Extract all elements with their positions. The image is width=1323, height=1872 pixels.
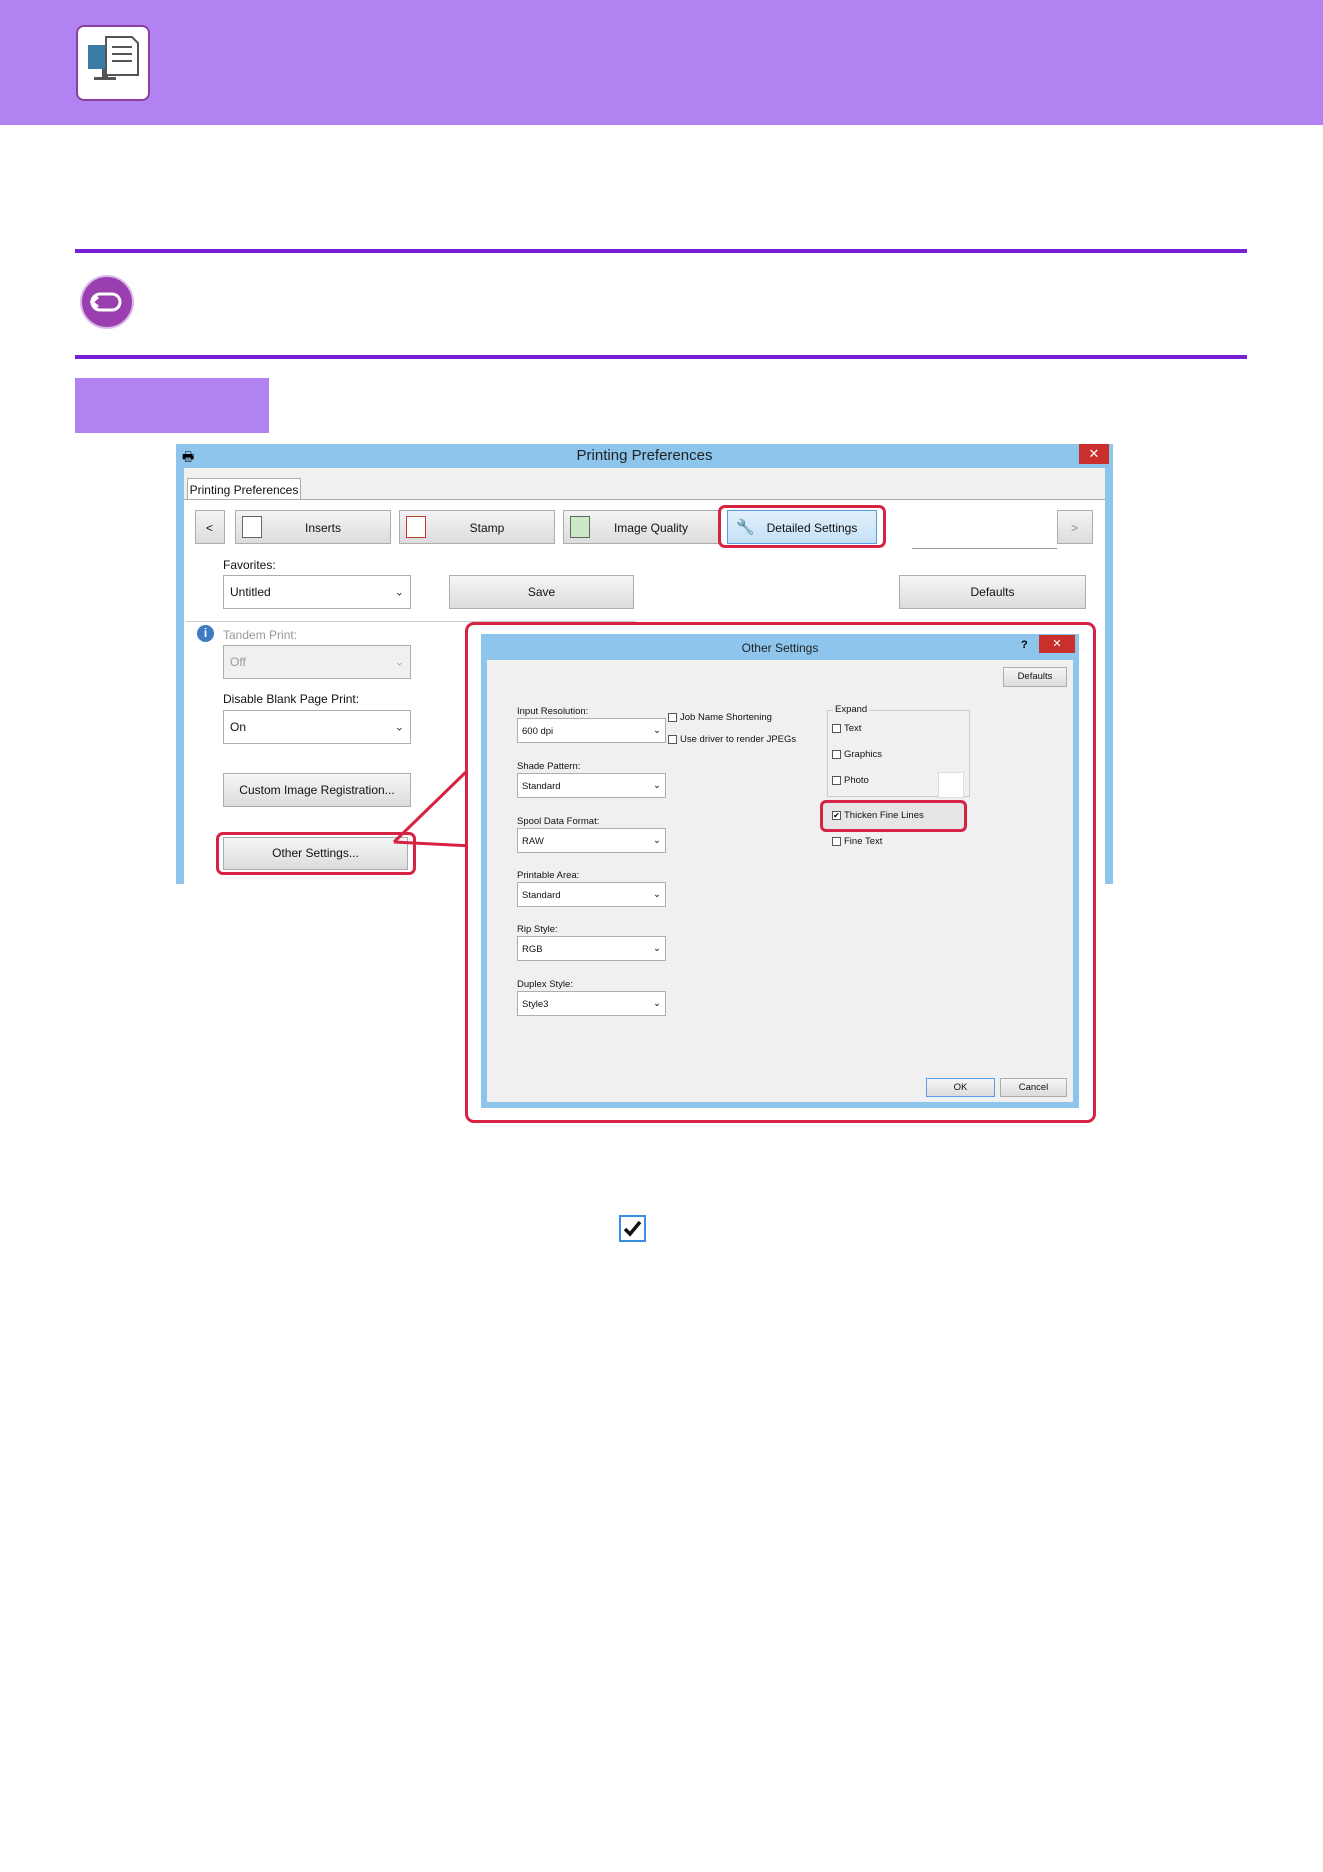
- fine-text-label: Fine Text: [844, 836, 883, 847]
- disable-blank-page-select[interactable]: On ⌄: [223, 710, 411, 744]
- white-tile: [938, 772, 964, 798]
- thicken-fine-lines-label: Thicken Fine Lines: [844, 810, 924, 821]
- tab-detailed-settings[interactable]: 🔧 Detailed Settings: [727, 510, 877, 544]
- chevron-down-icon: ⌄: [653, 943, 661, 954]
- help-button[interactable]: ?: [1021, 639, 1028, 651]
- job-name-shortening-checkbox[interactable]: [668, 713, 677, 722]
- page-header: [0, 0, 1323, 125]
- rip-style-select[interactable]: RGB ⌄: [517, 936, 666, 961]
- chevron-down-icon: ⌄: [653, 889, 661, 900]
- tandem-print-label: Tandem Print:: [223, 628, 298, 642]
- chevron-down-icon: ⌄: [653, 998, 661, 1009]
- custom-image-registration-button[interactable]: Custom Image Registration...: [223, 773, 411, 807]
- save-button[interactable]: Save: [449, 575, 634, 609]
- text-checkbox[interactable]: [832, 724, 841, 733]
- tab-image-quality[interactable]: Image Quality: [563, 510, 719, 544]
- checkmark-icon: [619, 1215, 646, 1242]
- shade-pattern-select[interactable]: Standard ⌄: [517, 773, 666, 798]
- use-driver-jpeg-label: Use driver to render JPEGs: [680, 734, 797, 745]
- ok-button[interactable]: OK: [926, 1078, 995, 1097]
- input-resolution-select[interactable]: 600 dpi ⌄: [517, 718, 666, 743]
- step-label-box: [75, 378, 269, 433]
- disable-blank-page-label: Disable Blank Page Print:: [223, 692, 360, 706]
- graphics-checkbox[interactable]: [832, 750, 841, 759]
- chevron-down-icon: ⌄: [653, 835, 661, 846]
- info-icon: i: [197, 625, 214, 642]
- favorites-label: Favorites:: [223, 558, 276, 572]
- cancel-button[interactable]: Cancel: [1000, 1078, 1067, 1097]
- use-driver-jpeg-checkbox[interactable]: [668, 735, 677, 744]
- graphics-label: Graphics: [844, 749, 883, 760]
- input-resolution-label: Input Resolution:: [517, 706, 589, 717]
- thicken-fine-lines-checkbox[interactable]: ✔: [832, 811, 841, 820]
- fine-text-checkbox[interactable]: [832, 837, 841, 846]
- dialog-title: Other Settings: [741, 641, 819, 655]
- dialog-body: Defaults Input Resolution: 600 dpi ⌄ Shad…: [487, 660, 1073, 1102]
- defaults-button[interactable]: Defaults: [899, 575, 1086, 609]
- chevron-down-icon: ⌄: [653, 725, 661, 736]
- nav-prev-button[interactable]: <: [195, 510, 225, 544]
- chevron-down-icon: ⌄: [653, 780, 661, 791]
- nav-next-button[interactable]: >: [1057, 510, 1093, 544]
- window-frame-right: [1105, 468, 1113, 884]
- expand-label: Expand: [833, 704, 870, 715]
- tab-printing-preferences[interactable]: Printing Preferences: [187, 478, 301, 501]
- job-name-shortening-label: Job Name Shortening: [680, 712, 772, 723]
- close-button[interactable]: ✕: [1079, 444, 1109, 464]
- tandem-print-select[interactable]: Off ⌄: [223, 645, 411, 679]
- favorites-select[interactable]: Untitled ⌄: [223, 575, 411, 609]
- return-arrow-icon[interactable]: [80, 275, 134, 329]
- chevron-down-icon: ⌄: [394, 656, 404, 669]
- tab-inserts[interactable]: Inserts: [235, 510, 391, 544]
- shade-pattern-label: Shade Pattern:: [517, 761, 581, 772]
- photo-checkbox[interactable]: [832, 776, 841, 785]
- window-frame-left: [176, 468, 184, 884]
- chevron-down-icon: ⌄: [394, 586, 404, 599]
- other-settings-button[interactable]: Other Settings...: [223, 837, 408, 870]
- duplex-style-label: Duplex Style:: [517, 979, 573, 990]
- printable-area-label: Printable Area:: [517, 870, 580, 881]
- text-label: Text: [844, 723, 862, 734]
- printable-area-select[interactable]: Standard ⌄: [517, 882, 666, 907]
- dialog-title: Printing Preferences: [576, 447, 713, 464]
- other-settings-dialog: Other Settings ? ✕ Defaults Input Resolu…: [481, 634, 1079, 1108]
- bottom-rule: [75, 355, 1247, 359]
- tab-underline: [912, 548, 1057, 549]
- defaults-button[interactable]: Defaults: [1003, 667, 1067, 687]
- chevron-down-icon: ⌄: [394, 721, 404, 734]
- close-button[interactable]: ✕: [1039, 635, 1075, 653]
- tab-stamp[interactable]: Stamp: [399, 510, 555, 544]
- photo-label: Photo: [844, 775, 869, 786]
- computer-document-icon: [76, 25, 150, 101]
- top-rule: [75, 249, 1247, 253]
- spool-data-format-label: Spool Data Format:: [517, 816, 600, 827]
- rip-style-label: Rip Style:: [517, 924, 558, 935]
- title-bar: 🖶 Printing Preferences ✕: [176, 444, 1113, 468]
- duplex-style-select[interactable]: Style3 ⌄: [517, 991, 666, 1016]
- spool-data-format-select[interactable]: RAW ⌄: [517, 828, 666, 853]
